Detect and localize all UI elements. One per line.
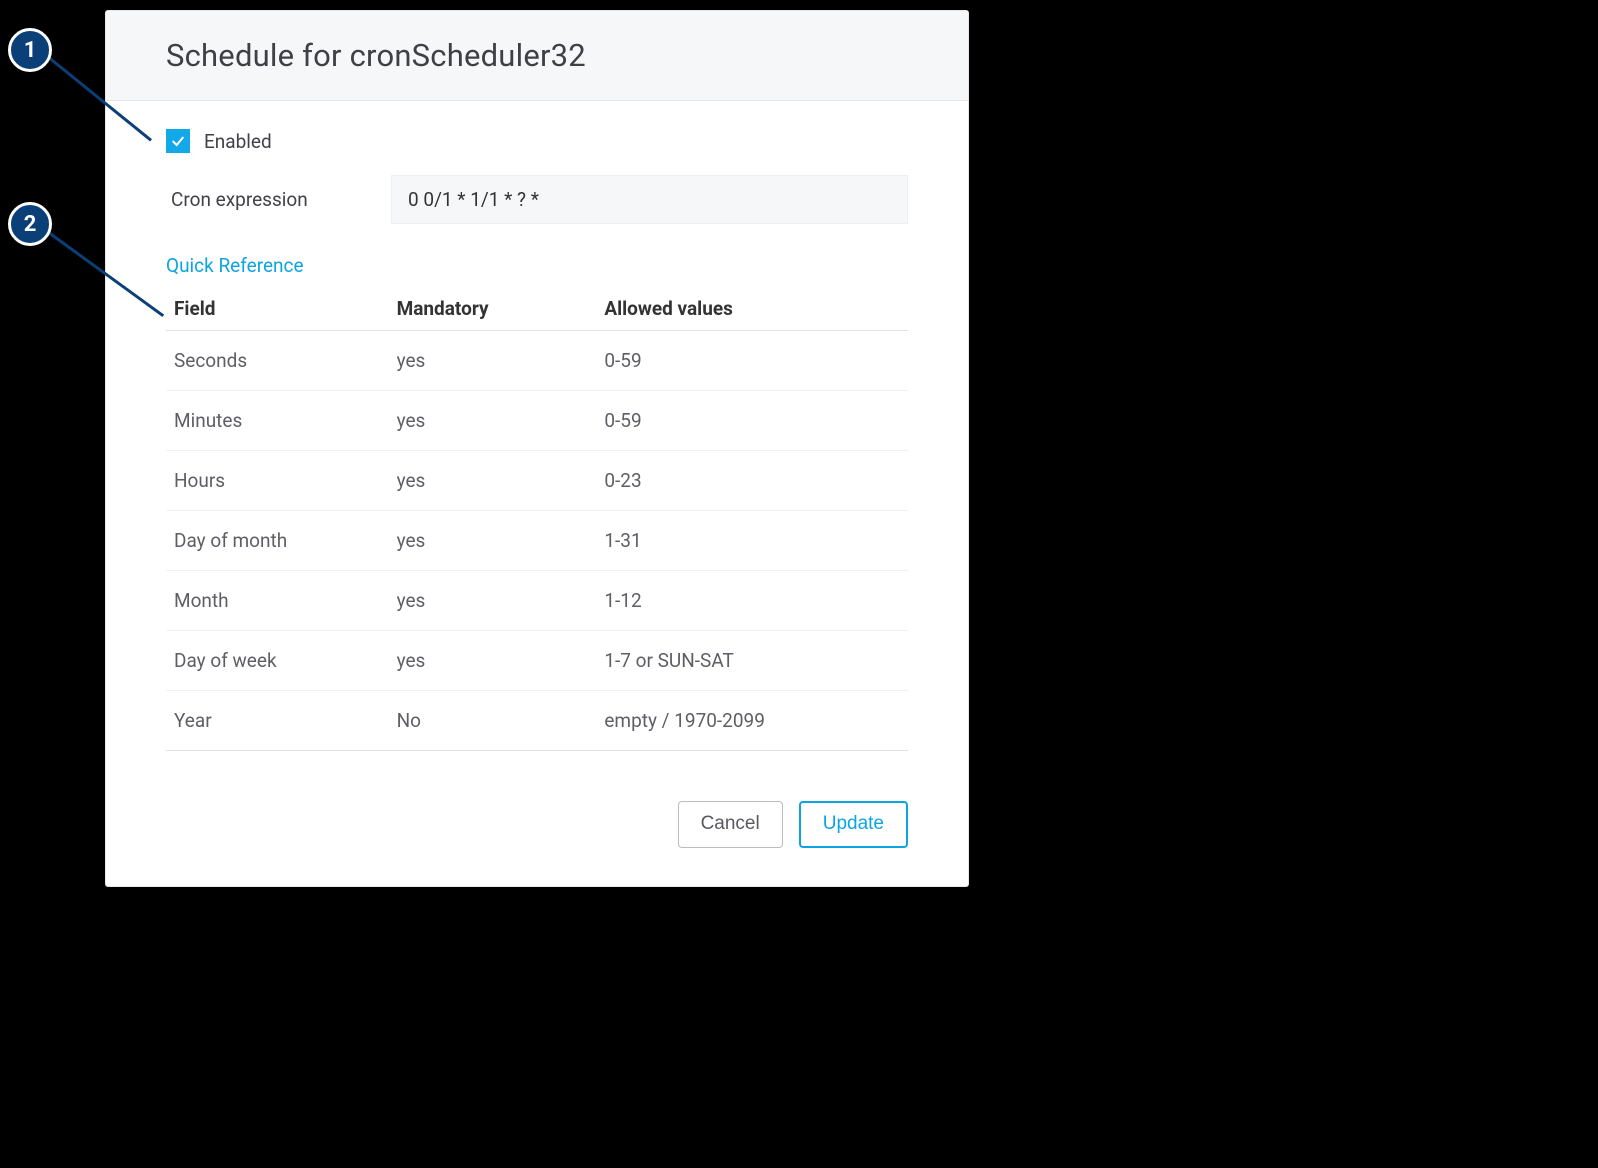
dialog-footer: Cancel Update xyxy=(106,769,968,886)
cell-field: Year xyxy=(166,691,389,751)
cell-field: Day of month xyxy=(166,511,389,571)
table-row: Minutes yes 0-59 xyxy=(166,391,908,451)
table-row: Day of month yes 1-31 xyxy=(166,511,908,571)
quick-reference-link[interactable]: Quick Reference xyxy=(166,254,304,277)
dialog-header: Schedule for cronScheduler32 xyxy=(106,11,968,101)
cancel-button[interactable]: Cancel xyxy=(678,801,783,848)
col-header-field: Field xyxy=(166,287,389,331)
cell-field: Hours xyxy=(166,451,389,511)
update-button[interactable]: Update xyxy=(799,801,908,848)
cell-allowed: 0-59 xyxy=(596,331,908,391)
cron-expression-label: Cron expression xyxy=(166,188,391,211)
cell-field: Minutes xyxy=(166,391,389,451)
callout-number-2: 2 xyxy=(24,212,37,237)
cron-row: Cron expression xyxy=(166,175,908,224)
cell-field: Seconds xyxy=(166,331,389,391)
enabled-row: Enabled xyxy=(166,129,908,153)
table-row: Hours yes 0-23 xyxy=(166,451,908,511)
quick-reference-table: Field Mandatory Allowed values Seconds y… xyxy=(166,287,908,751)
col-header-allowed: Allowed values xyxy=(596,287,908,331)
cell-mandatory: yes xyxy=(389,571,597,631)
cell-allowed: 1-31 xyxy=(596,511,908,571)
cell-mandatory: yes xyxy=(389,331,597,391)
check-icon xyxy=(170,133,186,149)
enabled-label: Enabled xyxy=(204,130,272,153)
schedule-dialog: Schedule for cronScheduler32 Enabled Cro… xyxy=(105,10,969,887)
dialog-body: Enabled Cron expression Quick Reference … xyxy=(106,101,968,769)
table-row: Year No empty / 1970-2099 xyxy=(166,691,908,751)
callout-number-1: 1 xyxy=(24,38,37,63)
col-header-mandatory: Mandatory xyxy=(389,287,597,331)
cell-allowed: 1-7 or SUN-SAT xyxy=(596,631,908,691)
table-header-row: Field Mandatory Allowed values xyxy=(166,287,908,331)
cell-mandatory: yes xyxy=(389,631,597,691)
cell-mandatory: yes xyxy=(389,511,597,571)
table-row: Seconds yes 0-59 xyxy=(166,331,908,391)
cell-allowed: empty / 1970-2099 xyxy=(596,691,908,751)
cron-expression-input[interactable] xyxy=(391,175,908,224)
callout-badge-2: 2 xyxy=(8,202,52,246)
cell-field: Day of week xyxy=(166,631,389,691)
cell-allowed: 0-59 xyxy=(596,391,908,451)
dialog-title: Schedule for cronScheduler32 xyxy=(166,37,908,74)
cell-allowed: 0-23 xyxy=(596,451,908,511)
table-row: Month yes 1-12 xyxy=(166,571,908,631)
table-row: Day of week yes 1-7 or SUN-SAT xyxy=(166,631,908,691)
cell-mandatory: yes xyxy=(389,391,597,451)
cell-allowed: 1-12 xyxy=(596,571,908,631)
cell-mandatory: No xyxy=(389,691,597,751)
cell-mandatory: yes xyxy=(389,451,597,511)
cell-field: Month xyxy=(166,571,389,631)
enabled-checkbox[interactable] xyxy=(166,129,190,153)
callout-badge-1: 1 xyxy=(8,28,52,72)
